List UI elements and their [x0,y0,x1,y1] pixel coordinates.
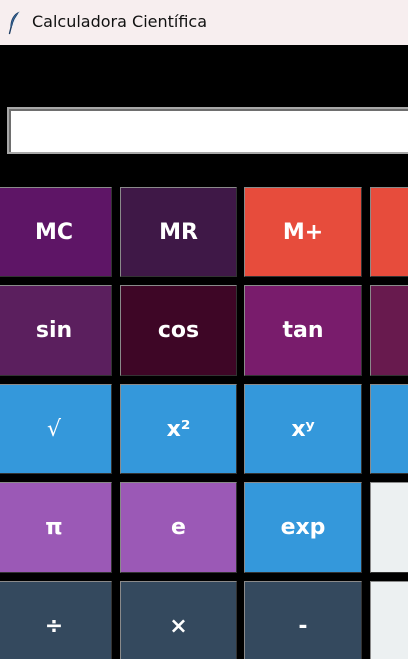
key-label: M+ [282,219,324,245]
key-label: cos [157,318,200,343]
function-button[interactable] [370,285,408,376]
tan-button[interactable]: tan [244,285,362,376]
memory-add-button[interactable]: M+ [244,187,362,277]
key-label: x² [166,416,191,442]
power-button[interactable]: xʸ [244,384,362,474]
square-button[interactable]: x² [120,384,237,474]
key-label: ÷ [44,613,64,639]
keypad: MC MR M+ sin cos tan √ x² xʸ π e exp ÷ ×… [0,0,408,659]
key-label: π [45,515,63,540]
key-label: MC [34,219,74,245]
memory-clear-button[interactable]: MC [0,187,112,277]
square-root-button[interactable]: √ [0,384,112,474]
clear-button[interactable] [370,482,408,573]
key-label: exp [280,515,326,540]
function-button[interactable] [370,384,408,474]
euler-button[interactable]: e [120,482,237,573]
key-label: √ [46,416,62,442]
subtract-button[interactable]: - [244,581,362,659]
key-label: tan [282,318,324,343]
equals-button[interactable] [370,581,408,659]
calculator-window: Calculadora Científica MC MR M+ sin cos … [0,0,408,659]
multiply-button[interactable]: × [120,581,237,659]
pi-button[interactable]: π [0,482,112,573]
sin-button[interactable]: sin [0,285,112,376]
divide-button[interactable]: ÷ [0,581,112,659]
key-label: - [298,613,308,639]
cos-button[interactable]: cos [120,285,237,376]
memory-recall-button[interactable]: MR [120,187,237,277]
key-label: × [169,613,188,639]
key-label: e [171,515,186,540]
memory-subtract-button[interactable] [370,187,408,277]
exp-button[interactable]: exp [244,482,362,573]
key-label: sin [35,318,73,343]
key-label: MR [159,219,198,245]
key-label: xʸ [291,416,315,442]
